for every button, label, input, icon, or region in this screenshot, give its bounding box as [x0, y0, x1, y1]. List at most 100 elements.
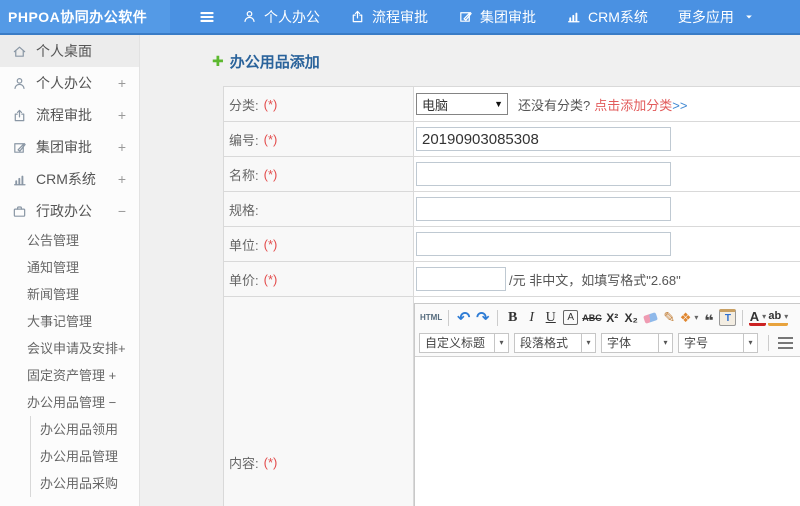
font-color-button[interactable]: A ▾	[749, 309, 767, 326]
expand-toggle[interactable]: +	[118, 107, 126, 123]
user-icon	[12, 76, 27, 91]
sidebar-subitem-notice[interactable]: 通知管理	[0, 254, 139, 281]
sidebar-item-crm-label: CRM系统	[36, 171, 96, 187]
briefcase-icon	[12, 204, 27, 219]
toolbar-separator	[497, 309, 499, 326]
sidebar-subsubitem-supplies-purchase[interactable]: 办公用品采购	[31, 470, 139, 497]
html-source-button[interactable]: HTML	[420, 307, 442, 328]
paragraph-format-select[interactable]: 段落格式 ▾	[514, 332, 596, 353]
sidebar-item-group-approval[interactable]: 集团审批 +	[0, 131, 139, 163]
name-input[interactable]	[416, 162, 671, 186]
nav-crm-label: CRM系统	[588, 8, 648, 25]
code-input[interactable]	[416, 127, 671, 151]
sidebar-item-personal-desktop-label: 个人桌面	[36, 43, 92, 59]
office-supply-add-form: 分类: (*) 电脑 ▼ 还没有分类? 点击添加分类>> 编号: (*) 201…	[223, 86, 800, 506]
blockquote-button[interactable]: ❝	[700, 307, 717, 330]
price-input[interactable]	[416, 267, 506, 291]
paragraph-format-select-value: 段落格式	[520, 336, 569, 350]
form-row-code: 编号: (*)	[224, 122, 800, 157]
auto-typeset-button[interactable]: ❖ ▾	[680, 307, 699, 328]
sidebar-item-personal-office-label: 个人办公	[36, 75, 92, 91]
sidebar-subitem-meeting[interactable]: 会议申请及安排+	[0, 335, 139, 362]
expand-toggle[interactable]: +	[118, 171, 126, 187]
underline-button[interactable]: U	[542, 307, 559, 328]
sidebar-item-personal-desktop[interactable]: 个人桌面	[0, 35, 139, 67]
format-brush-icon[interactable]: ✎	[661, 307, 678, 328]
italic-button[interactable]: I	[523, 307, 540, 328]
sidebar-subsubitem-supplies-manage[interactable]: 办公用品管理	[31, 443, 139, 470]
align-left-button[interactable]	[778, 336, 793, 349]
nav-more-apps-label: 更多应用	[677, 8, 734, 25]
subscript-button[interactable]: X₂	[623, 307, 640, 328]
sidebar-item-workflow-approval[interactable]: 流程审批 +	[0, 99, 139, 131]
font-border-button[interactable]: A	[563, 310, 579, 325]
custom-title-select[interactable]: 自定义标题 ▾	[419, 332, 509, 353]
font-family-select[interactable]: 字体 ▾	[601, 332, 673, 353]
sidebar-subitem-office-supplies[interactable]: 办公用品管理 −	[0, 389, 139, 416]
undo-icon[interactable]: ↶	[455, 307, 472, 328]
font-family-select-value: 字体	[607, 336, 632, 350]
sidebar-item-admin-office[interactable]: 行政办公 −	[0, 195, 139, 227]
superscript-button[interactable]: X²	[604, 307, 621, 328]
sidebar-subitem-news[interactable]: 新闻管理	[0, 281, 139, 308]
category-select[interactable]: 电脑 ▼	[416, 93, 508, 115]
toolbar-separator	[742, 309, 744, 326]
sidebar-item-group-approval-label: 集团审批	[36, 139, 92, 155]
nav-crm[interactable]: CRM系统	[566, 7, 648, 27]
remove-format-eraser-icon[interactable]	[642, 307, 659, 328]
expand-toggle[interactable]: −	[118, 203, 126, 219]
toolbar-separator	[768, 334, 769, 351]
highlight-color-button[interactable]: ab ▾	[768, 309, 789, 326]
sidebar-item-personal-office[interactable]: 个人办公 +	[0, 67, 139, 99]
unit-required-marker: (*)	[263, 236, 278, 252]
unit-input[interactable]	[416, 232, 671, 256]
font-size-select-value: 字号	[684, 336, 709, 350]
form-row-content: 内容: (*) HTML ↶ ↷ B I U A ABC X² X₂ ✎ ❖ ▾ ❝ T A ▾ ab ▾ 自定义标…	[224, 297, 800, 506]
expand-toggle[interactable]: +	[118, 139, 126, 155]
caret-down-icon: ▾	[762, 311, 767, 321]
workflow-icon	[350, 9, 365, 24]
nav-personal-office-label: 个人办公	[264, 8, 320, 25]
caret-down-icon: ▾	[694, 313, 699, 322]
workflow-icon	[12, 108, 27, 123]
editor-content-area[interactable]	[415, 357, 800, 506]
page-title-row: 办公用品添加	[140, 35, 800, 72]
price-format-hint: /元 非中文，如填写格式"2.68"	[509, 272, 681, 288]
app-logo: PHPOA协同办公软件	[0, 0, 170, 33]
sidebar-subsubitem-supplies-receive[interactable]: 办公用品领用	[31, 416, 139, 443]
bold-button[interactable]: B	[504, 307, 521, 328]
page-title: 办公用品添加	[229, 54, 320, 71]
caret-down-icon: ▾	[658, 333, 672, 352]
office-supplies-submenu: 办公用品领用 办公用品管理 办公用品采购	[30, 416, 139, 497]
nav-group-approval[interactable]: 集团审批	[458, 7, 536, 27]
expand-toggle[interactable]: +	[118, 75, 126, 91]
chart-icon	[12, 172, 27, 187]
nav-workflow-approval[interactable]: 流程审批	[350, 7, 428, 27]
hamburger-menu-icon[interactable]	[198, 8, 216, 26]
form-row-category: 分类: (*) 电脑 ▼ 还没有分类? 点击添加分类>>	[224, 87, 800, 122]
add-category-link[interactable]: 点击添加分类>>	[594, 95, 687, 114]
sidebar-subitem-announcement[interactable]: 公告管理	[0, 227, 139, 254]
content-required-marker: (*)	[263, 454, 278, 470]
main-content: 办公用品添加 分类: (*) 电脑 ▼ 还没有分类? 点击添加分类>> 编号: …	[140, 35, 800, 506]
strikethrough-button[interactable]: ABC	[582, 307, 602, 328]
nav-personal-office[interactable]: 个人办公	[242, 7, 320, 27]
sidebar-item-crm[interactable]: CRM系统 +	[0, 163, 139, 195]
editor-toolbar-row2: 自定义标题▾段落格式▾字体▾字号▾∞	[419, 330, 800, 355]
custom-title-select-value: 自定义标题	[425, 336, 486, 350]
category-label: 分类:	[229, 97, 259, 113]
add-icon	[212, 53, 224, 70]
spec-input[interactable]	[416, 197, 671, 221]
caret-down-icon: ▼	[494, 99, 503, 109]
nav-more-apps[interactable]: 更多应用	[678, 7, 755, 27]
sidebar-subitem-memorabilia[interactable]: 大事记管理	[0, 308, 139, 335]
sidebar-subitem-fixed-assets[interactable]: 固定资产管理 +	[0, 362, 139, 389]
sidebar-item-workflow-approval-label: 流程审批	[36, 107, 92, 123]
paste-text-button[interactable]: T	[719, 309, 737, 326]
caret-down-icon: ▾	[494, 333, 508, 352]
toolbar-separator	[448, 309, 450, 326]
edit-icon	[458, 9, 473, 24]
font-size-select[interactable]: 字号 ▾	[678, 332, 758, 353]
unit-label: 单位:	[229, 237, 259, 253]
redo-icon[interactable]: ↷	[474, 307, 491, 328]
